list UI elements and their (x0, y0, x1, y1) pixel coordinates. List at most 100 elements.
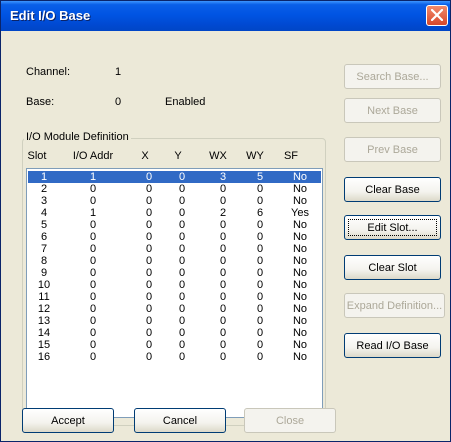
slot-cell-wy: 0 (256, 243, 264, 255)
slot-cell-slot: 15 (37, 339, 51, 351)
slot-cell-y: 0 (178, 219, 186, 231)
slot-cell-wy: 0 (256, 315, 264, 327)
slot-cell-wx: 0 (219, 327, 227, 339)
slot-cell-io-addr: 0 (89, 183, 97, 195)
slot-cell-io-addr: 0 (89, 327, 97, 339)
accept-button[interactable]: Accept (22, 408, 114, 433)
slot-cell-y: 0 (178, 315, 186, 327)
base-label: Base: (26, 96, 55, 108)
column-header-wx: WX (209, 150, 227, 162)
slot-row[interactable]: 11 0 0 0 0 0 No (28, 291, 321, 303)
slot-cell-slot: 11 (38, 291, 50, 303)
slot-cell-sf: No (292, 339, 308, 351)
cancel-button[interactable]: Cancel (134, 408, 226, 433)
slot-cell-wx: 0 (219, 279, 227, 291)
slot-cell-wx: 0 (219, 219, 227, 231)
expand-definition-button[interactable]: Expand Definition... (344, 293, 445, 318)
slot-cell-sf: No (292, 183, 308, 195)
slot-cell-io-addr: 0 (89, 195, 97, 207)
base-status: Enabled (165, 96, 206, 108)
slot-row[interactable]: 7 0 0 0 0 0 No (28, 243, 321, 255)
slot-cell-wx: 0 (219, 243, 227, 255)
slot-cell-x: 0 (145, 351, 153, 363)
slot-cell-wy: 0 (256, 231, 264, 243)
slot-cell-io-addr: 1 (89, 207, 97, 219)
slot-cell-sf: No (292, 303, 308, 315)
title-bar[interactable]: Edit I/O Base (1, 1, 450, 31)
close-window-button[interactable] (426, 5, 448, 26)
slot-cell-io-addr: 0 (89, 339, 97, 351)
slot-cell-x: 0 (145, 183, 153, 195)
slot-row[interactable]: 5 0 0 0 0 0 No (28, 219, 321, 231)
slot-cell-io-addr: 0 (89, 267, 97, 279)
slot-row[interactable]: 6 0 0 0 0 0 No (28, 231, 321, 243)
slot-cell-wx: 0 (219, 303, 227, 315)
slot-cell-wx: 0 (219, 183, 227, 195)
column-header-io-addr: I/O Addr (72, 150, 114, 162)
next-base-button[interactable]: Next Base (344, 98, 441, 123)
slot-row[interactable]: 12 0 0 0 0 0 No (28, 303, 321, 315)
slot-row[interactable]: 4 1 0 0 2 6 Yes (28, 207, 321, 219)
slot-cell-sf: No (292, 267, 308, 279)
slot-cell-sf: No (292, 219, 308, 231)
slot-cell-x: 0 (145, 315, 153, 327)
slot-cell-wy: 6 (256, 207, 264, 219)
slot-cell-sf: No (292, 351, 308, 363)
slot-cell-y: 0 (178, 207, 186, 219)
slot-cell-x: 0 (145, 291, 153, 303)
slot-cell-wx: 0 (219, 291, 227, 303)
slot-cell-slot: 12 (37, 303, 51, 315)
slot-cell-wy: 0 (256, 291, 264, 303)
slot-row[interactable]: 3 0 0 0 0 0 No (28, 195, 321, 207)
clear-base-button[interactable]: Clear Base (344, 177, 441, 202)
column-header-sf: SF (283, 150, 299, 162)
slot-cell-wx: 0 (219, 255, 227, 267)
slot-cell-wx: 0 (219, 315, 227, 327)
slot-cell-wy: 5 (256, 171, 264, 183)
slot-row[interactable]: 1 1 0 0 3 5 No (28, 171, 321, 183)
search-base-button[interactable]: Search Base... (344, 64, 441, 89)
slot-cell-y: 0 (178, 339, 186, 351)
base-value: 0 (115, 96, 122, 108)
slot-cell-x: 0 (145, 171, 153, 183)
slot-cell-x: 0 (145, 207, 153, 219)
slot-row[interactable]: 10 0 0 0 0 0 No (28, 279, 321, 291)
slot-cell-sf: Yes (291, 207, 309, 219)
slot-cell-sf: No (292, 243, 308, 255)
edit-slot-button[interactable]: Edit Slot... (344, 215, 441, 240)
channel-value: 1 (115, 66, 122, 78)
slot-cell-io-addr: 0 (89, 255, 97, 267)
slot-cell-io-addr: 0 (89, 351, 97, 363)
slot-cell-y: 0 (178, 279, 186, 291)
prev-base-button[interactable]: Prev Base (344, 137, 441, 162)
clear-slot-button[interactable]: Clear Slot (344, 255, 441, 280)
slot-cell-io-addr: 0 (89, 231, 97, 243)
slot-cell-wy: 0 (256, 267, 264, 279)
slot-row[interactable]: 16 0 0 0 0 0 No (28, 351, 321, 363)
slot-row[interactable]: 8 0 0 0 0 0 No (28, 255, 321, 267)
slot-cell-x: 0 (145, 267, 153, 279)
close-button[interactable]: Close (244, 408, 336, 433)
slot-cell-x: 0 (145, 339, 153, 351)
slot-cell-io-addr: 1 (89, 171, 97, 183)
slot-cell-io-addr: 0 (89, 291, 97, 303)
slot-row[interactable]: 13 0 0 0 0 0 No (28, 315, 321, 327)
slot-cell-slot: 9 (40, 267, 48, 279)
slot-row[interactable]: 9 0 0 0 0 0 No (28, 267, 321, 279)
slot-cell-sf: No (292, 291, 308, 303)
slot-row[interactable]: 2 0 0 0 0 0 No (28, 183, 321, 195)
slot-row[interactable]: 14 0 0 0 0 0 No (28, 327, 321, 339)
slot-cell-wx: 2 (219, 207, 227, 219)
slot-row[interactable]: 15 0 0 0 0 0 No (28, 339, 321, 351)
slot-cell-y: 0 (178, 171, 186, 183)
slot-cell-wy: 0 (256, 183, 264, 195)
slot-cell-y: 0 (178, 291, 186, 303)
slot-cell-io-addr: 0 (89, 243, 97, 255)
slot-listbox[interactable]: 1 1 0 0 3 5 No 2 0 0 0 0 0 No 3 0 0 0 0 0 No 4 1 0 0 2 6 Yes 5 0 0 0 0 0 N… (26, 168, 323, 418)
slot-cell-y: 0 (178, 303, 186, 315)
dialog-client-area: Channel: 1 Base: 0 Enabled I/O Module De… (4, 31, 447, 438)
slot-cell-slot: 5 (40, 219, 48, 231)
read-io-base-button[interactable]: Read I/O Base (344, 333, 441, 358)
slot-cell-io-addr: 0 (89, 279, 97, 291)
slot-cell-y: 0 (178, 195, 186, 207)
